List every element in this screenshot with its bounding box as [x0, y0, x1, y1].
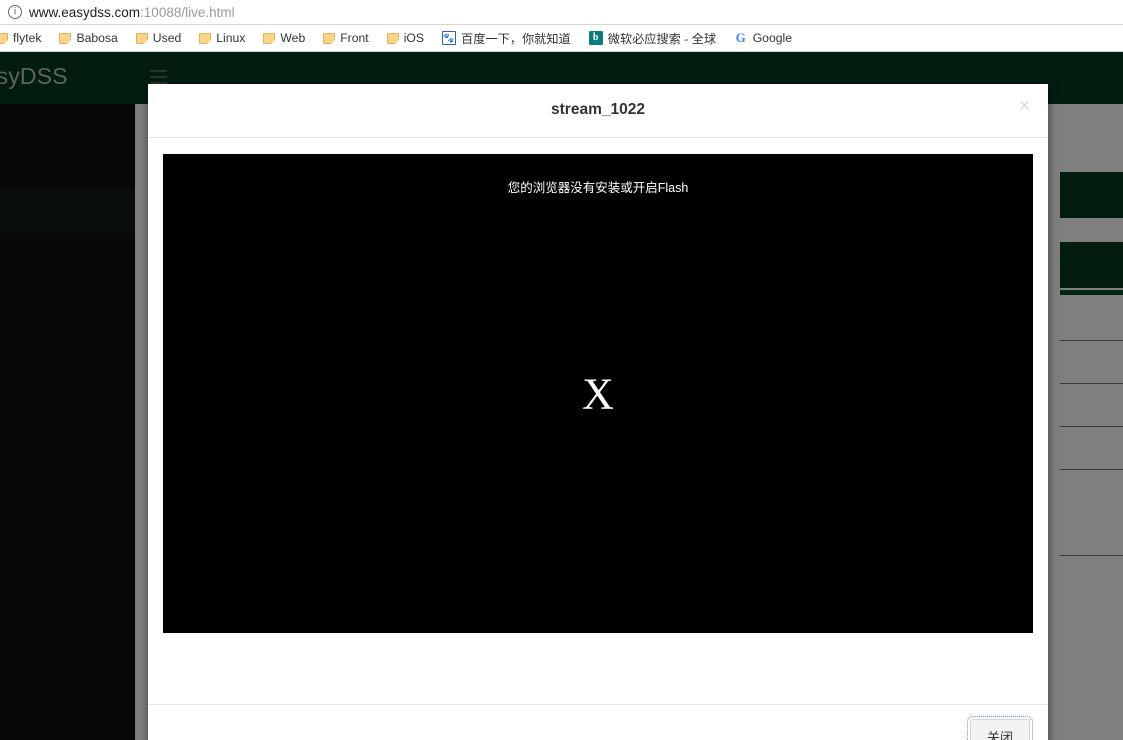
- stream-preview-modal: stream_1022 × 您的浏览器没有安装或开启Flash X 关闭: [148, 84, 1048, 740]
- folder-icon: [59, 32, 72, 44]
- bookmark-babosa[interactable]: Babosa: [50, 25, 126, 51]
- bookmark-label: Linux: [216, 31, 246, 45]
- bookmarks-bar: flytek Babosa Used Linux Web Front iOS 🐾: [0, 25, 1123, 52]
- bookmark-label: Front: [340, 31, 369, 45]
- bookmark-used[interactable]: Used: [127, 25, 190, 51]
- modal-header: stream_1022 ×: [148, 84, 1048, 138]
- modal-body: 您的浏览器没有安装或开启Flash X: [148, 138, 1048, 711]
- bookmark-label: Used: [152, 31, 182, 45]
- broken-plugin-x-icon: X: [582, 369, 614, 418]
- bookmark-label: 百度一下，你就知道: [461, 32, 571, 46]
- bookmark-label: Babosa: [76, 31, 118, 45]
- bookmark-label: Web: [280, 31, 306, 45]
- close-button[interactable]: 关闭: [966, 715, 1034, 740]
- bookmark-label: flytek: [13, 31, 42, 45]
- url-path: :10088/live.html: [140, 4, 235, 20]
- screen-root: i www.easydss.com :10088/live.html flyte…: [0, 0, 1123, 740]
- browser-url-bar[interactable]: i www.easydss.com :10088/live.html: [0, 0, 1123, 25]
- flash-missing-message: 您的浏览器没有安装或开启Flash: [507, 181, 689, 195]
- bookmark-label: Google: [752, 31, 793, 45]
- bookmark-baidu[interactable]: 🐾 百度一下，你就知道: [433, 25, 580, 51]
- info-circle-icon[interactable]: i: [8, 5, 22, 19]
- folder-icon: [0, 32, 8, 44]
- baidu-icon: 🐾: [442, 31, 457, 45]
- close-x-icon[interactable]: ×: [1019, 97, 1030, 116]
- bookmark-linux[interactable]: Linux: [190, 25, 254, 51]
- bookmark-label: iOS: [403, 31, 425, 45]
- folder-icon: [199, 32, 212, 44]
- bookmark-web[interactable]: Web: [254, 25, 314, 51]
- folder-icon: [323, 32, 336, 44]
- bookmark-front[interactable]: Front: [314, 25, 377, 51]
- url-host: www.easydss.com: [29, 4, 141, 20]
- folder-icon: [263, 32, 276, 44]
- modal-title: stream_1022: [551, 101, 645, 118]
- google-icon: G: [735, 30, 746, 45]
- folder-icon: [135, 32, 148, 44]
- web-page: EasyDSS v1.0 情 行 情 行 器 置: [0, 52, 1123, 740]
- folder-icon: [386, 32, 399, 44]
- video-player-area[interactable]: 您的浏览器没有安装或开启Flash X: [163, 154, 1033, 633]
- bookmark-label: 微软必应搜索 - 全球搜: [607, 32, 716, 46]
- bing-icon: b: [588, 31, 603, 45]
- bookmark-google[interactable]: G Google: [725, 25, 801, 51]
- bookmark-bing[interactable]: b 微软必应搜索 - 全球搜: [580, 25, 725, 51]
- bookmark-flytek[interactable]: flytek: [0, 25, 50, 51]
- modal-footer: 关闭: [148, 704, 1048, 740]
- bookmark-ios[interactable]: iOS: [378, 25, 433, 51]
